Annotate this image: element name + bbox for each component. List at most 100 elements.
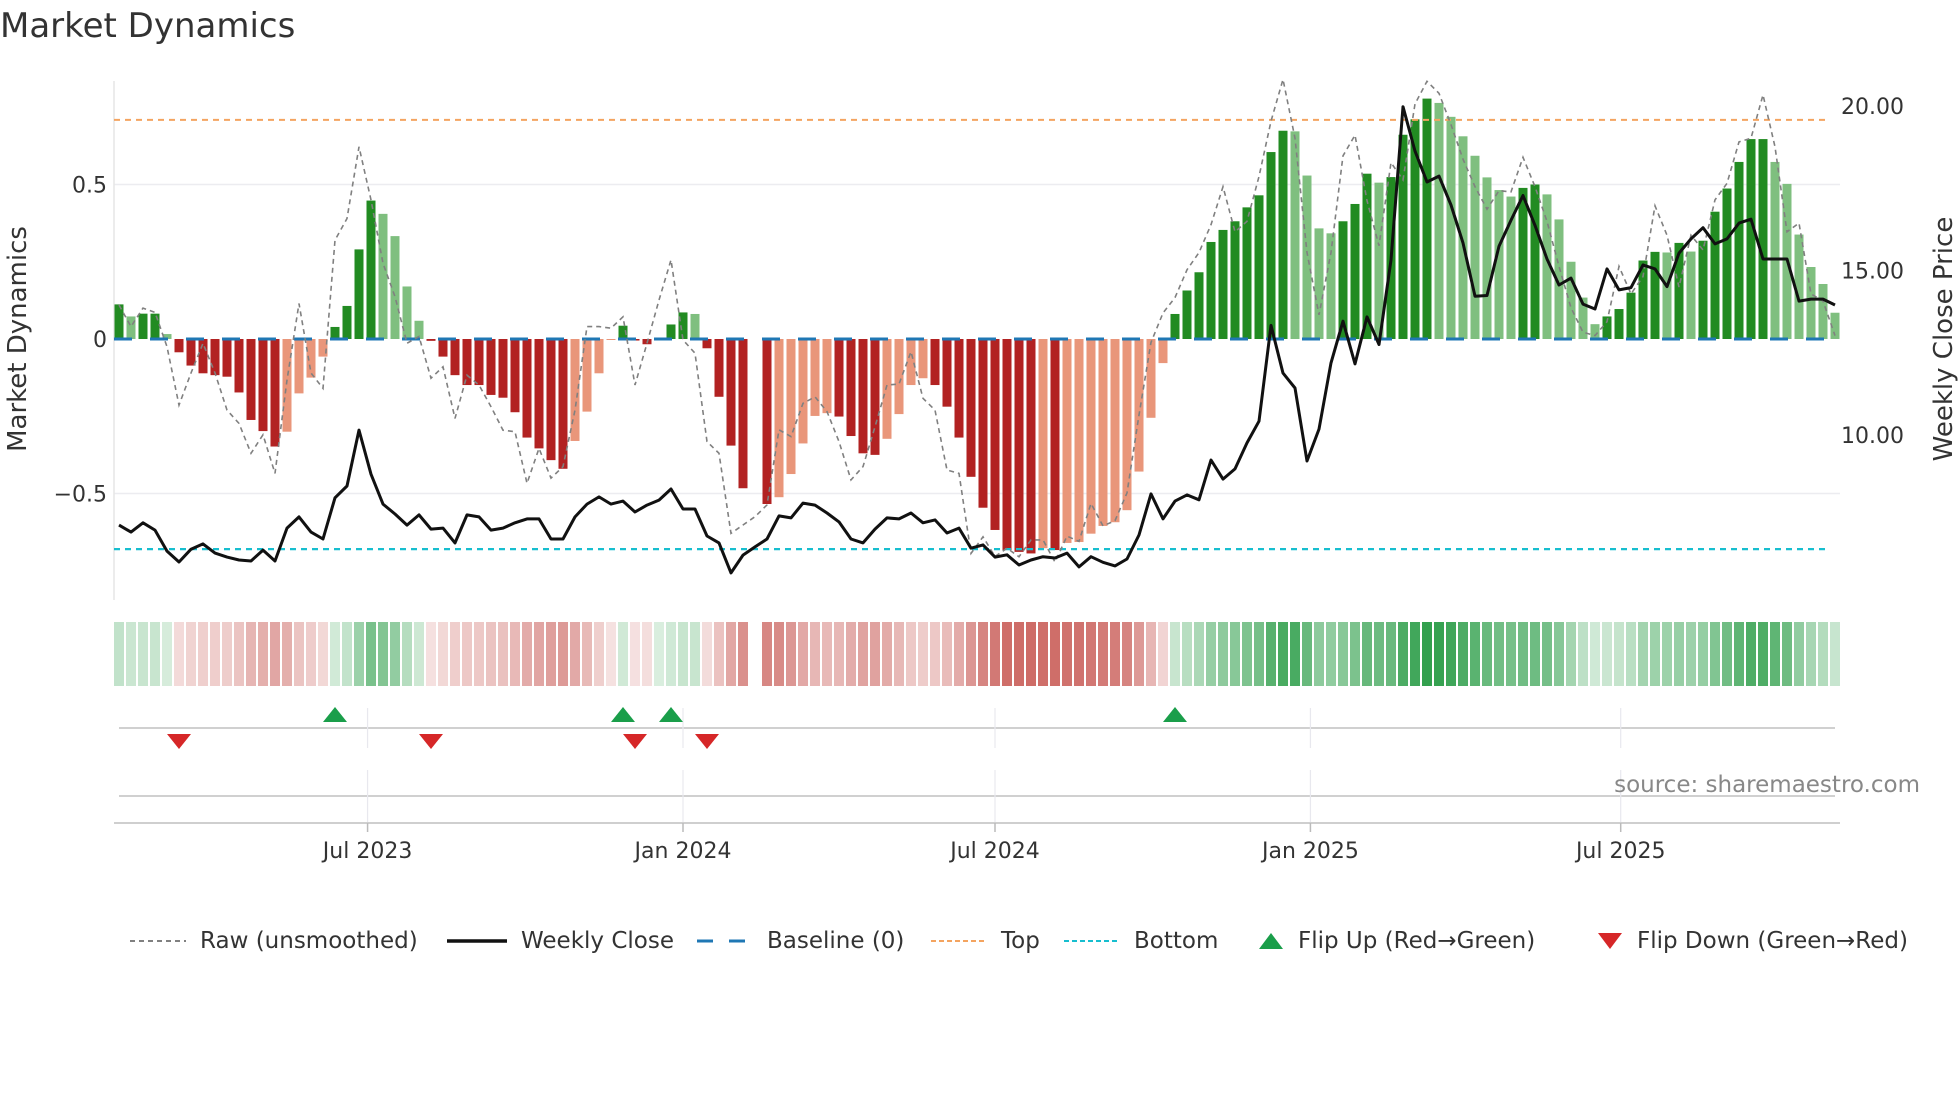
heat-cell — [1362, 622, 1372, 686]
momentum-bar — [882, 339, 892, 439]
momentum-bar — [942, 339, 952, 407]
right-tick-label: 15.00 — [1841, 260, 1904, 285]
heat-cell — [1254, 622, 1264, 686]
momentum-bar — [606, 339, 616, 340]
heat-cell — [786, 622, 796, 686]
heat-cell — [198, 622, 208, 686]
heat-cell — [354, 622, 364, 686]
momentum-bar — [1158, 339, 1168, 364]
heat-cell — [1734, 622, 1744, 686]
momentum-bar — [1770, 161, 1780, 339]
heat-cell — [690, 622, 700, 686]
heat-cell — [222, 622, 232, 686]
momentum-bar — [402, 286, 412, 339]
heat-cell — [522, 622, 532, 686]
heat-cell — [474, 622, 484, 686]
momentum-bar — [1818, 283, 1828, 339]
momentum-bar — [1470, 155, 1480, 339]
momentum-bar — [1038, 339, 1048, 549]
right-tick-label: 20.00 — [1841, 95, 1904, 120]
heat-cell — [534, 622, 544, 686]
heat-cell — [1518, 622, 1528, 686]
solid-line-icon — [447, 939, 507, 943]
heat-cell — [174, 622, 184, 686]
momentum-bar — [1026, 339, 1036, 554]
heat-cell — [1158, 622, 1168, 686]
momentum-bar — [186, 339, 196, 366]
heat-cell — [942, 622, 952, 686]
heat-cell — [1494, 622, 1504, 686]
momentum-bar — [510, 339, 520, 413]
legend-label: Baseline (0) — [767, 928, 905, 954]
heat-cell — [738, 622, 748, 686]
heat-cell — [1146, 622, 1156, 686]
momentum-bar — [1206, 241, 1216, 339]
heat-cell — [978, 622, 988, 686]
momentum-bar — [1734, 161, 1744, 339]
legend: Raw (unsmoothed) Weekly Close Baseline (… — [0, 924, 1960, 958]
momentum-bar — [762, 339, 772, 505]
heat-cell — [246, 622, 256, 686]
legend-label: Flip Up (Red→Green) — [1298, 928, 1536, 954]
heat-cell — [618, 622, 628, 686]
momentum-bar — [1074, 339, 1084, 543]
heat-cell — [498, 622, 508, 686]
momentum-bar — [486, 339, 496, 395]
heat-cell — [282, 622, 292, 686]
x-tick-label: Jan 2025 — [1260, 839, 1359, 864]
flip-up-marker — [1163, 707, 1187, 722]
heat-cell — [1302, 622, 1312, 686]
momentum-bar — [294, 339, 304, 394]
heat-cell — [1098, 622, 1108, 686]
heat-cell — [1062, 622, 1072, 686]
momentum-bar — [378, 213, 388, 339]
heat-cell — [270, 622, 280, 686]
heat-cell — [1674, 622, 1684, 686]
heat-cell — [210, 622, 220, 686]
legend-label: Weekly Close — [521, 928, 674, 954]
momentum-bar — [594, 339, 604, 374]
heat-cell — [1206, 622, 1216, 686]
momentum-bar — [1590, 324, 1600, 339]
right-axis-ticks: 20.00 15.00 10.00 — [1841, 95, 1904, 449]
heat-cell — [630, 622, 640, 686]
left-tick-label: −0.5 — [54, 483, 107, 508]
heat-cell — [1638, 622, 1648, 686]
heat-cell — [306, 622, 316, 686]
heat-cell — [546, 622, 556, 686]
heat-cell — [858, 622, 868, 686]
momentum-bar — [786, 339, 796, 475]
dotted-line-icon — [1064, 940, 1120, 942]
heat-cell — [318, 622, 328, 686]
legend-label: Flip Down (Green→Red) — [1637, 928, 1908, 954]
heat-cell — [882, 622, 892, 686]
momentum-bar — [438, 339, 448, 357]
momentum-bar — [798, 339, 808, 444]
heat-cell — [1434, 622, 1444, 686]
momentum-bar — [1434, 102, 1444, 339]
heat-cell — [918, 622, 928, 686]
momentum-bar — [126, 316, 136, 339]
x-tick-label: Jul 2025 — [1574, 839, 1666, 864]
heat-cell — [162, 622, 172, 686]
heat-cell — [1746, 622, 1756, 686]
momentum-bar — [1182, 290, 1192, 339]
heat-cell — [1242, 622, 1252, 686]
heat-cell — [1506, 622, 1516, 686]
flip-down-marker — [695, 734, 719, 749]
heat-cell — [570, 622, 580, 686]
momentum-bar — [1242, 207, 1252, 339]
heat-cell — [1122, 622, 1132, 686]
heat-cell — [1806, 622, 1816, 686]
momentum-bar — [1230, 221, 1240, 339]
momentum-bar — [222, 339, 232, 377]
heat-cell — [1470, 622, 1480, 686]
momentum-bar — [894, 339, 904, 415]
heat-cell — [366, 622, 376, 686]
heat-cell — [1050, 622, 1060, 686]
legend-item-close: Weekly Close — [447, 924, 674, 958]
momentum-bar — [810, 339, 820, 416]
momentum-bar — [918, 339, 928, 379]
heat-cell — [558, 622, 568, 686]
legend-item-flip-down: Flip Down (Green→Red) — [1597, 924, 1908, 958]
